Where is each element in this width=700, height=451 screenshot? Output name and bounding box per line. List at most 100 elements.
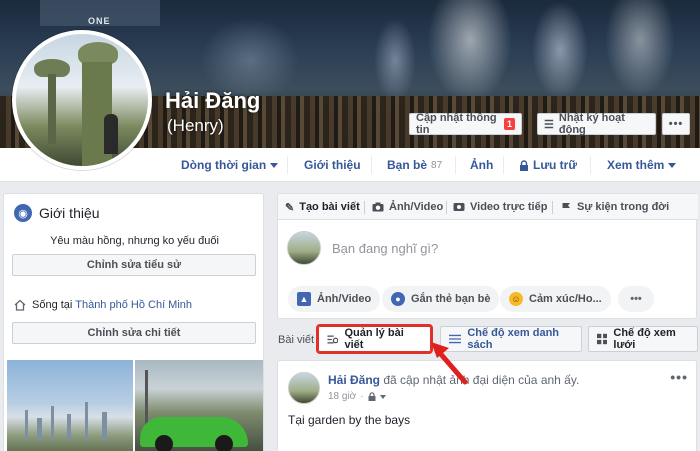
tab-life-event[interactable]: Sự kiện trong đời [561,194,669,220]
avatar[interactable] [12,30,152,170]
post-author-link[interactable]: Hải Đăng [328,373,380,387]
car-wheel [155,435,173,451]
create-post-label: Tạo bài viết [299,201,360,213]
manage-posts-button[interactable]: Quản lý bài viết [316,324,433,354]
post-timestamp[interactable]: 18 giờ [328,391,356,402]
camera-icon [372,202,384,212]
tab-live-video[interactable]: Video trực tiếp [453,194,547,220]
tab-friends[interactable]: Bạn bè 87 [387,148,442,182]
tab-about[interactable]: Giới thiệu [304,148,361,182]
divider [446,201,447,214]
person-silhouette [104,114,118,154]
update-info-button[interactable]: Cập nhật thông tin 1 [409,112,522,136]
feeling-activity-label: Cảm xúc/Ho... [529,293,602,305]
divider [590,156,591,174]
tag-friends-button[interactable]: ● Gắn thẻ bạn bè [382,286,500,312]
post-text: Tại garden by the bays [288,413,411,427]
lives-in-row: Sống tại Thành phố Hồ Chí Minh [14,299,192,311]
photo-video-label: Ảnh/Video [389,201,444,213]
intro-title: Giới thiệu [39,205,100,221]
divider [364,201,365,214]
tab-timeline-label: Dòng thời gian [181,158,267,172]
tab-friends-label: Bạn bè [387,158,428,172]
friends-count: 87 [431,159,443,171]
lives-city-link[interactable]: Thành phố Hồ Chí Minh [75,299,192,311]
supertree-crown-right [78,42,118,64]
tab-more-label: Xem thêm [607,158,665,172]
divider [503,156,504,174]
tab-timeline[interactable]: Dòng thời gian [181,148,279,182]
post-meta: 18 giờ · [328,391,386,402]
chevron-down-icon [668,162,677,168]
globe-icon: ◉ [14,204,32,222]
post-author-avatar[interactable] [288,372,320,404]
intro-header: ◉ Giới thiệu [14,204,100,222]
home-icon [14,299,26,311]
update-info-label: Cập nhật thông tin [416,112,497,136]
post-action-text: đã cập nhật ảnh đại diện của anh ấy. [383,373,580,387]
lives-prefix: Sống tại [32,299,73,311]
lock-icon [368,392,376,401]
post-input[interactable]: Bạn đang nghĩ gì? [332,241,438,256]
feeling-activity-button[interactable]: ☺ Cảm xúc/Ho... [500,286,611,312]
notification-badge: 1 [503,118,515,130]
composer-avatar[interactable] [287,231,321,265]
chevron-down-icon [270,162,279,168]
tag-friends-label: Gắn thẻ bạn bè [411,293,491,305]
video-icon [453,203,465,211]
edit-details-button[interactable]: Chỉnh sửa chi tiết [12,322,256,344]
tab-create-post[interactable]: ✎ Tạo bài viết [285,194,360,220]
photo-thumbnail[interactable] [7,360,133,451]
activity-log-label: Nhật ký hoạt động [558,112,625,136]
tab-photos[interactable]: Ảnh [470,148,493,182]
manage-settings-icon [327,335,339,343]
tab-photo-video[interactable]: Ảnh/Video [372,194,443,220]
photo-thumbnail[interactable] [135,360,263,451]
life-event-label: Sự kiện trong đời [577,201,670,213]
post-composer: ✎ Tạo bài viết Ảnh/Video Video trực tiếp… [277,193,698,319]
tab-archive-label: Lưu trữ [533,158,578,172]
divider [552,201,553,214]
cover-more-button[interactable]: ••• [662,113,690,135]
bio-text: Yêu màu hồng, nhưng ko yếu đuối [50,235,219,247]
skyline-building [51,406,54,440]
intro-card: ◉ Giới thiệu Yêu màu hồng, nhưng ko yếu … [3,193,264,451]
skyline-building [37,418,42,440]
privacy-dropdown-icon[interactable] [379,394,386,399]
tab-photos-label: Ảnh [470,158,494,172]
tab-more[interactable]: Xem thêm [607,148,677,182]
grid-view-label: Chế độ xem lưới [613,327,676,351]
skyline-building [25,410,28,440]
divider [371,156,372,174]
emoji-icon: ☺ [509,292,523,306]
flag-icon [562,202,570,212]
skyline-building [67,414,71,440]
car-wheel [215,435,233,451]
cover-sign: ONE [88,16,111,26]
post-card: Hải Đăng đã cập nhật ảnh đại diện của an… [277,360,697,451]
add-photo-video-label: Ảnh/Video [317,293,372,305]
divider [455,156,456,174]
manage-posts-label: Quản lý bài viết [344,327,404,351]
red-arrow-annotation [431,342,468,385]
photo-icon: ▲ [297,292,311,306]
activity-log-button[interactable]: ☰ Nhật ký hoạt động [537,112,656,136]
tag-friends-icon: ● [391,292,405,306]
lock-icon [520,159,528,171]
profile-name[interactable]: Hải Đăng [165,88,260,114]
tab-about-label: Giới thiệu [304,158,361,172]
post-options-button[interactable]: ••• [670,369,688,385]
supertree-trunk-left [48,74,56,144]
tab-archive[interactable]: Lưu trữ [519,148,577,182]
live-video-label: Video trực tiếp [470,201,548,213]
grid-view-button[interactable]: Chế độ xem lưới [588,326,698,352]
composer-tabs: ✎ Tạo bài viết Ảnh/Video Video trực tiếp… [278,194,698,220]
more-icon[interactable]: ••• [618,286,654,312]
grid-view-icon [597,333,608,345]
list-icon: ☰ [544,118,554,131]
posts-section-label: Bài viết [278,334,315,346]
add-photo-video-button[interactable]: ▲ Ảnh/Video [288,286,381,312]
profile-nickname: (Henry) [167,116,224,135]
edit-bio-button[interactable]: Chỉnh sửa tiểu sử [12,254,256,276]
skyline-building [85,402,88,440]
